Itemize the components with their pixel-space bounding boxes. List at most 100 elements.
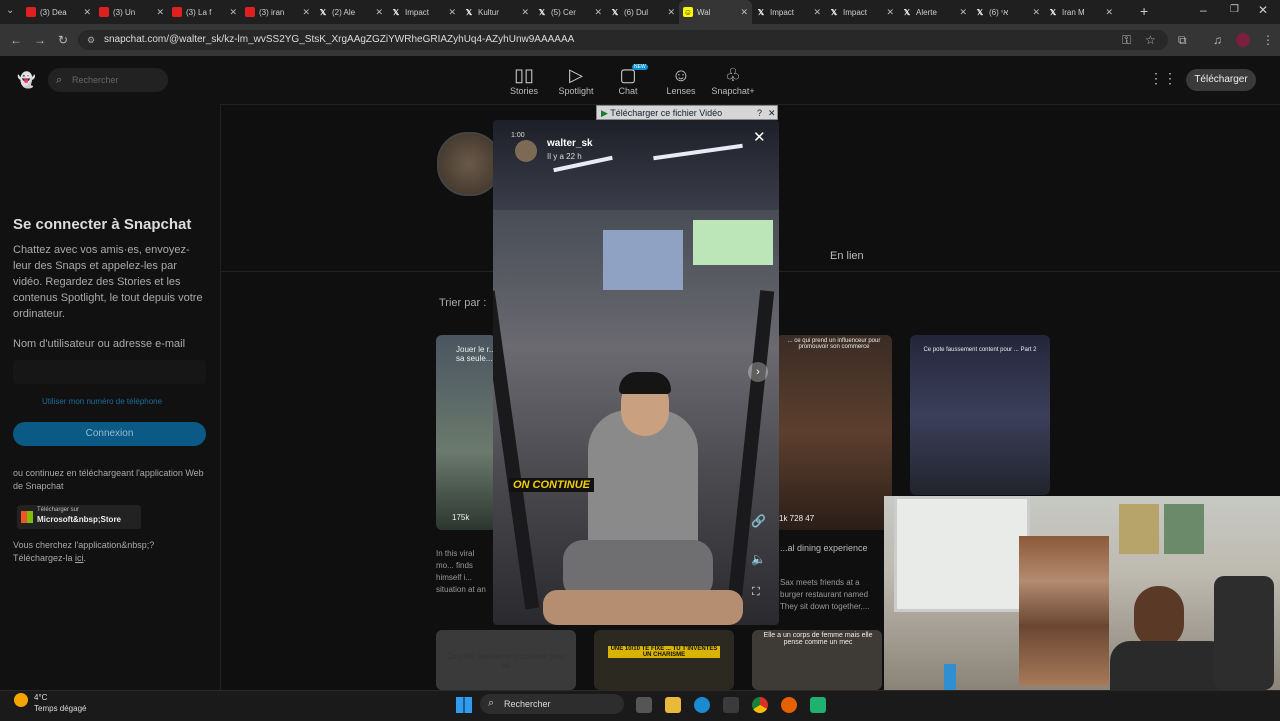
tab-close-icon[interactable]: ✕ <box>229 7 237 18</box>
tab-close-icon[interactable]: ✕ <box>521 7 529 18</box>
gym-screen <box>603 230 683 290</box>
browser-tab[interactable]: (3) Un ✕ <box>95 0 168 24</box>
media-controls-icon[interactable]: ♫ <box>1213 33 1222 47</box>
app-icon[interactable] <box>810 697 826 713</box>
link-icon[interactable]: 🔗 <box>751 514 766 528</box>
browser-tab[interactable]: 𝕏 Kultur ✕ <box>460 0 533 24</box>
minimize-window-button[interactable]: – <box>1200 3 1207 17</box>
browser-tab[interactable]: 𝕏 אי (6) ✕ <box>971 0 1044 24</box>
password-key-icon[interactable]: ⚿ <box>1122 33 1131 48</box>
nav-stories[interactable]: ▯▯ Stories <box>494 64 554 96</box>
extensions-icon[interactable]: ⧉ <box>1178 33 1187 48</box>
download-bar-close-icon[interactable]: ✕ <box>768 106 776 121</box>
nav-lenses[interactable]: ☺ Lenses <box>651 64 711 96</box>
browser-tab[interactable]: 𝕏 (5) Cer ✕ <box>533 0 606 24</box>
taskbar-search[interactable]: ⌕ Rechercher <box>480 694 624 714</box>
fullscreen-icon[interactable]: ⛶ <box>752 586 760 599</box>
browser-tab[interactable]: 𝕏 (6) Dul ✕ <box>606 0 679 24</box>
tab-list-dropdown-icon[interactable]: ⌄ <box>6 5 14 16</box>
weather-temp[interactable]: 4°C <box>34 693 47 702</box>
username-field[interactable] <box>13 360 206 384</box>
browser-tab[interactable]: (3) iran ✕ <box>241 0 314 24</box>
download-app-button[interactable]: Télécharger <box>1186 69 1256 91</box>
x-icon: 𝕏 <box>611 7 619 17</box>
address-url: snapchat.com/@walter_sk/kz-lm_wvSS2YG_St… <box>104 34 575 45</box>
weather-desc[interactable]: Temps dégagé <box>34 704 86 713</box>
browser-tab[interactable]: (3) La f ✕ <box>168 0 241 24</box>
streamer-body <box>1110 641 1230 690</box>
login-button[interactable]: Connexion <box>13 422 206 446</box>
browser-tab[interactable]: 𝕏 Impact ✕ <box>825 0 898 24</box>
tab-close-icon[interactable]: ✕ <box>886 7 894 18</box>
nav-label: Lenses <box>666 86 696 96</box>
back-button[interactable]: ← <box>10 33 22 47</box>
tab-close-icon[interactable]: ✕ <box>959 7 967 18</box>
microsoft-store-badge[interactable]: Télécharger sur Microsoft&nbsp;Store <box>17 505 141 529</box>
tab-label: (6) Dul <box>624 7 649 17</box>
firefox-icon[interactable] <box>781 697 797 713</box>
spotlight-card-1[interactable]: Jouer le r... sa seule... 175k <box>436 335 496 530</box>
edge-icon[interactable] <box>694 697 710 713</box>
tab-en-lien[interactable]: En lien <box>830 250 864 262</box>
tab-close-icon[interactable]: ✕ <box>83 7 91 18</box>
tab-close-icon[interactable]: ✕ <box>302 7 310 18</box>
video-player[interactable]: 1:00 walter_sk Il y a 22 h ✕ ON CONTINUE… <box>493 120 779 625</box>
tab-close-icon[interactable]: ✕ <box>156 7 164 18</box>
spotlight-card-bottom-1[interactable]: Ce pote faussement content pour toi <box>436 630 576 690</box>
task-view-icon[interactable] <box>636 697 652 713</box>
browser-tab[interactable]: ☺ Wal ✕ <box>679 0 752 24</box>
tab-close-icon[interactable]: ✕ <box>1032 7 1040 18</box>
help-icon[interactable]: ? <box>757 106 762 121</box>
profile-avatar-large[interactable] <box>437 132 501 196</box>
file-explorer-icon[interactable] <box>665 697 681 713</box>
reload-button[interactable]: ↻ <box>58 33 68 47</box>
browser-menu-icon[interactable]: ⋮ <box>1262 33 1274 47</box>
nav-chat[interactable]: ▢ Chat NEW <box>598 64 658 96</box>
browser-tab[interactable]: 𝕏 (2) Ale ✕ <box>314 0 387 24</box>
store-icon[interactable] <box>723 697 739 713</box>
video-progress-time: 1:00 <box>511 132 525 139</box>
address-bar[interactable]: ⚙ snapchat.com/@walter_sk/kz-lm_wvSS2YG_… <box>78 30 1168 50</box>
use-phone-link[interactable]: Utiliser mon numéro de téléphone <box>42 397 162 406</box>
spotlight-card-bottom-3[interactable]: Elle a un corps de femme mais elle pense… <box>752 630 882 690</box>
tab-close-icon[interactable]: ✕ <box>594 7 602 18</box>
weather-icon[interactable] <box>14 693 28 707</box>
browser-tab[interactable]: 𝕏 Iran M ✕ <box>1044 0 1117 24</box>
new-tab-button[interactable]: + <box>1140 3 1148 19</box>
tab-label: Kultur <box>478 7 499 17</box>
spotlight-card-2[interactable]: ... ce qui prend un influenceur pour pro… <box>776 335 892 530</box>
close-window-button[interactable]: ✕ <box>1258 3 1268 17</box>
bookmark-star-icon[interactable]: ☆ <box>1145 33 1156 47</box>
spotlight-card-bottom-2[interactable]: UNE 10/10 TE FIXE ... TU T'INVENTES UN C… <box>594 630 734 690</box>
spotlight-card-3[interactable]: Ce pote faussement content pour ... Part… <box>910 335 1050 495</box>
video-user-avatar[interactable] <box>515 140 537 162</box>
browser-tab[interactable]: 𝕏 Impact ✕ <box>387 0 460 24</box>
chrome-icon[interactable] <box>752 697 768 713</box>
video-close-icon[interactable]: ✕ <box>753 128 766 146</box>
mute-icon[interactable]: 🔈 <box>751 552 766 566</box>
tab-close-icon[interactable]: ✕ <box>813 7 821 18</box>
tab-close-icon[interactable]: ✕ <box>448 7 456 18</box>
restore-window-button[interactable]: ❐ <box>1230 4 1239 15</box>
site-info-icon[interactable]: ⚙ <box>87 30 95 50</box>
browser-tab[interactable]: 𝕏 Impact ✕ <box>752 0 825 24</box>
tab-close-icon[interactable]: ✕ <box>667 7 675 18</box>
browser-tab[interactable]: (3) Dea ✕ <box>22 0 95 24</box>
windows-start-icon[interactable] <box>456 697 472 713</box>
tab-close-icon[interactable]: ✕ <box>375 7 383 18</box>
apps-grid-icon[interactable]: ⋮⋮ <box>1149 70 1177 87</box>
video-username[interactable]: walter_sk <box>547 138 593 149</box>
forward-button[interactable]: → <box>34 33 46 47</box>
footer-link[interactable]: ici <box>75 553 84 563</box>
search-input[interactable]: ⌕ Rechercher <box>48 68 168 92</box>
nav-snapchat[interactable]: ♧ Snapchat+ <box>703 64 763 96</box>
tab-close-icon[interactable]: ✕ <box>1105 7 1113 18</box>
snapchat-ghost-logo-icon[interactable]: 👻 <box>17 71 36 89</box>
nav-spotlight[interactable]: ▷ Spotlight <box>546 64 606 96</box>
tab-close-icon[interactable]: ✕ <box>740 7 748 18</box>
profile-avatar[interactable] <box>1236 33 1250 47</box>
next-video-arrow-icon[interactable]: › <box>748 362 768 382</box>
download-video-bar[interactable]: ▶ Télécharger ce fichier Vidéo ? ✕ <box>596 105 778 120</box>
gym-screen <box>693 220 773 265</box>
browser-tab[interactable]: 𝕏 Alerte ✕ <box>898 0 971 24</box>
